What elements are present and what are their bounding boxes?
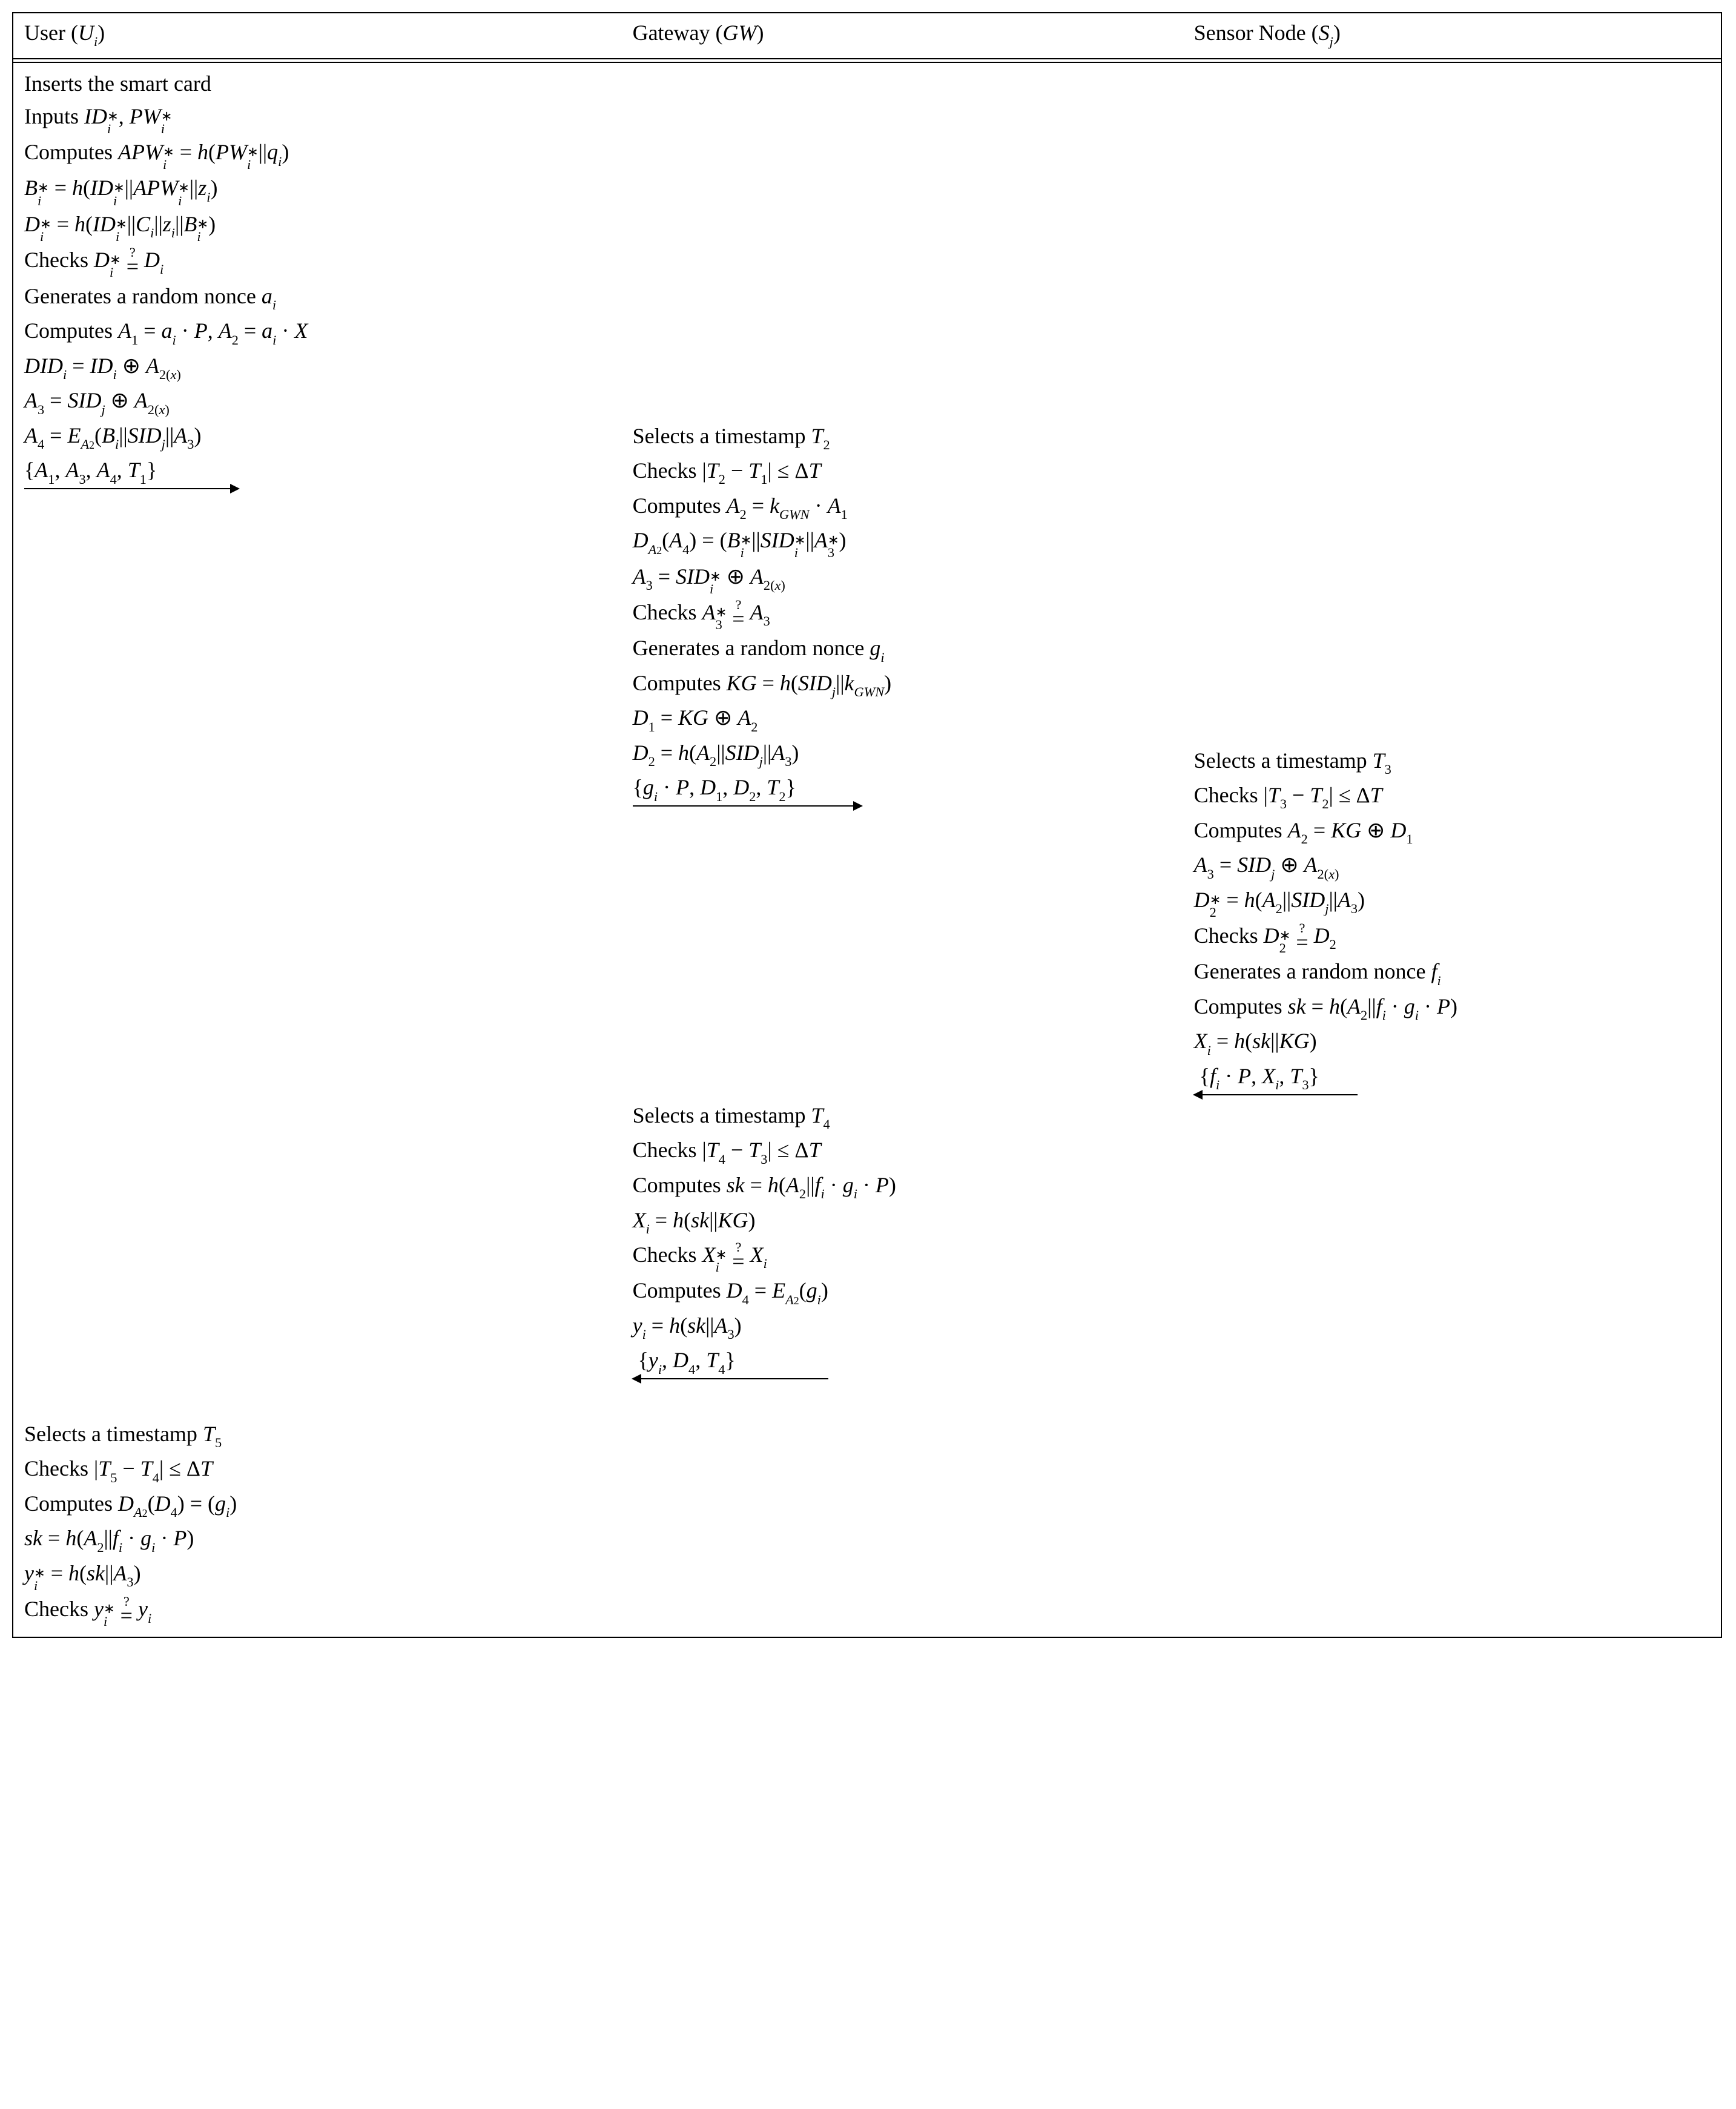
table-body: Inserts the smart card Inputs ID∗i, PW∗i… [13,63,1721,1637]
gw-line: Selects a timestamp T4 [633,1100,1172,1134]
gw-line: D1 = KG ⊕ A2 [633,702,1172,736]
spacer [633,67,1172,419]
user-msg-out: {A1, A3, A4, T1} [24,454,611,489]
spacer [1194,67,1710,744]
user-line: B∗i = h(ID∗i||APW∗i||zi) [24,172,611,206]
header-gw: Gateway (GW) [622,13,1183,58]
gw-line: Computes sk = h(A2||fi · gi · P) [633,1169,1172,1203]
sensor-line: Computes sk = h(A2||fi · gi · P) [1194,991,1710,1025]
user-line: A4 = EA2(Bi||SIDj||A3) [24,420,611,454]
sensor-msg-back: {fi · P, Xi, T3} [1194,1060,1710,1095]
sensor-line: D∗2 = h(A2||SIDj||A3) [1194,884,1710,919]
spacer [24,490,611,1417]
gw-line: A3 = SID∗i ⊕ A2(x) [633,561,1172,595]
sensor-line: Selects a timestamp T3 [1194,745,1710,779]
user-line: Inserts the smart card [24,68,611,99]
user-column: Inserts the smart card Inputs ID∗i, PW∗i… [13,63,622,1637]
gw-line: yi = h(sk||A3) [633,1310,1172,1344]
header-sensor: Sensor Node (Sj) [1183,13,1721,58]
sensor-column: Selects a timestamp T3 Checks |T3 − T2| … [1183,63,1721,1637]
user-line: Computes A1 = ai · P, A2 = ai · X [24,315,611,349]
table-header: User (Ui) Gateway (GW) Sensor Node (Sj) [13,13,1721,59]
sensor-line: Xi = h(sk||KG) [1194,1025,1710,1059]
user-line: A3 = SIDj ⊕ A2(x) [24,385,611,418]
header-user: User (Ui) [13,13,622,58]
gw-line: DA2(A4) = (B∗i||SID∗i||A∗3) [633,524,1172,559]
gw-line: Computes KG = h(SIDj||kGWN) [633,667,1172,701]
gw-line: Checks X∗i ?= Xi [633,1239,1172,1273]
user-line: Computes DA2(D4) = (gi) [24,1488,611,1522]
user-line: D∗i = h(ID∗i||Ci||zi||B∗i) [24,208,611,243]
user-line: Inputs ID∗i, PW∗i [24,101,611,135]
user-line: y∗i = h(sk||A3) [24,1557,611,1592]
spacer [633,808,1172,1098]
gateway-column: Selects a timestamp T2 Checks |T2 − T1| … [622,63,1183,1637]
sensor-line: Checks D∗2 ?= D2 [1194,920,1710,954]
gw-line: Selects a timestamp T2 [633,420,1172,454]
protocol-table: User (Ui) Gateway (GW) Sensor Node (Sj) … [12,12,1722,1638]
gw-line: Generates a random nonce gi [633,632,1172,666]
user-line: sk = h(A2||fi · gi · P) [24,1522,611,1556]
gw-msg-back: {yi, D4, T4} [633,1344,1172,1379]
user-line: Computes APW∗i = h(PW∗i||qi) [24,136,611,171]
gw-msg-out: {gi · P, D1, D2, T2} [633,771,1172,807]
user-line: Generates a random nonce ai [24,280,611,314]
gw-line: D2 = h(A2||SIDj||A3) [633,737,1172,771]
gw-line: Checks |T2 − T1| ≤ ΔT [633,455,1172,489]
gw-line: Xi = h(sk||KG) [633,1204,1172,1238]
user-line: Checks |T5 − T4| ≤ ΔT [24,1453,611,1487]
user-line: Checks y∗i ?= yi [24,1593,611,1628]
user-line: DIDi = IDi ⊕ A2(x) [24,350,611,384]
gw-line: Computes D4 = EA2(gi) [633,1275,1172,1309]
sensor-line: Generates a random nonce fi [1194,955,1710,989]
sensor-line: Checks |T3 − T2| ≤ ΔT [1194,779,1710,813]
user-line: Checks D∗i ?= Di [24,244,611,279]
sensor-line: A3 = SIDj ⊕ A2(x) [1194,849,1710,883]
sensor-line: Computes A2 = KG ⊕ D1 [1194,814,1710,848]
gw-line: Checks |T4 − T3| ≤ ΔT [633,1134,1172,1168]
gw-line: Checks A∗3 ?= A3 [633,596,1172,631]
gw-line: Computes A2 = kGWN · A1 [633,490,1172,524]
user-line: Selects a timestamp T5 [24,1418,611,1452]
